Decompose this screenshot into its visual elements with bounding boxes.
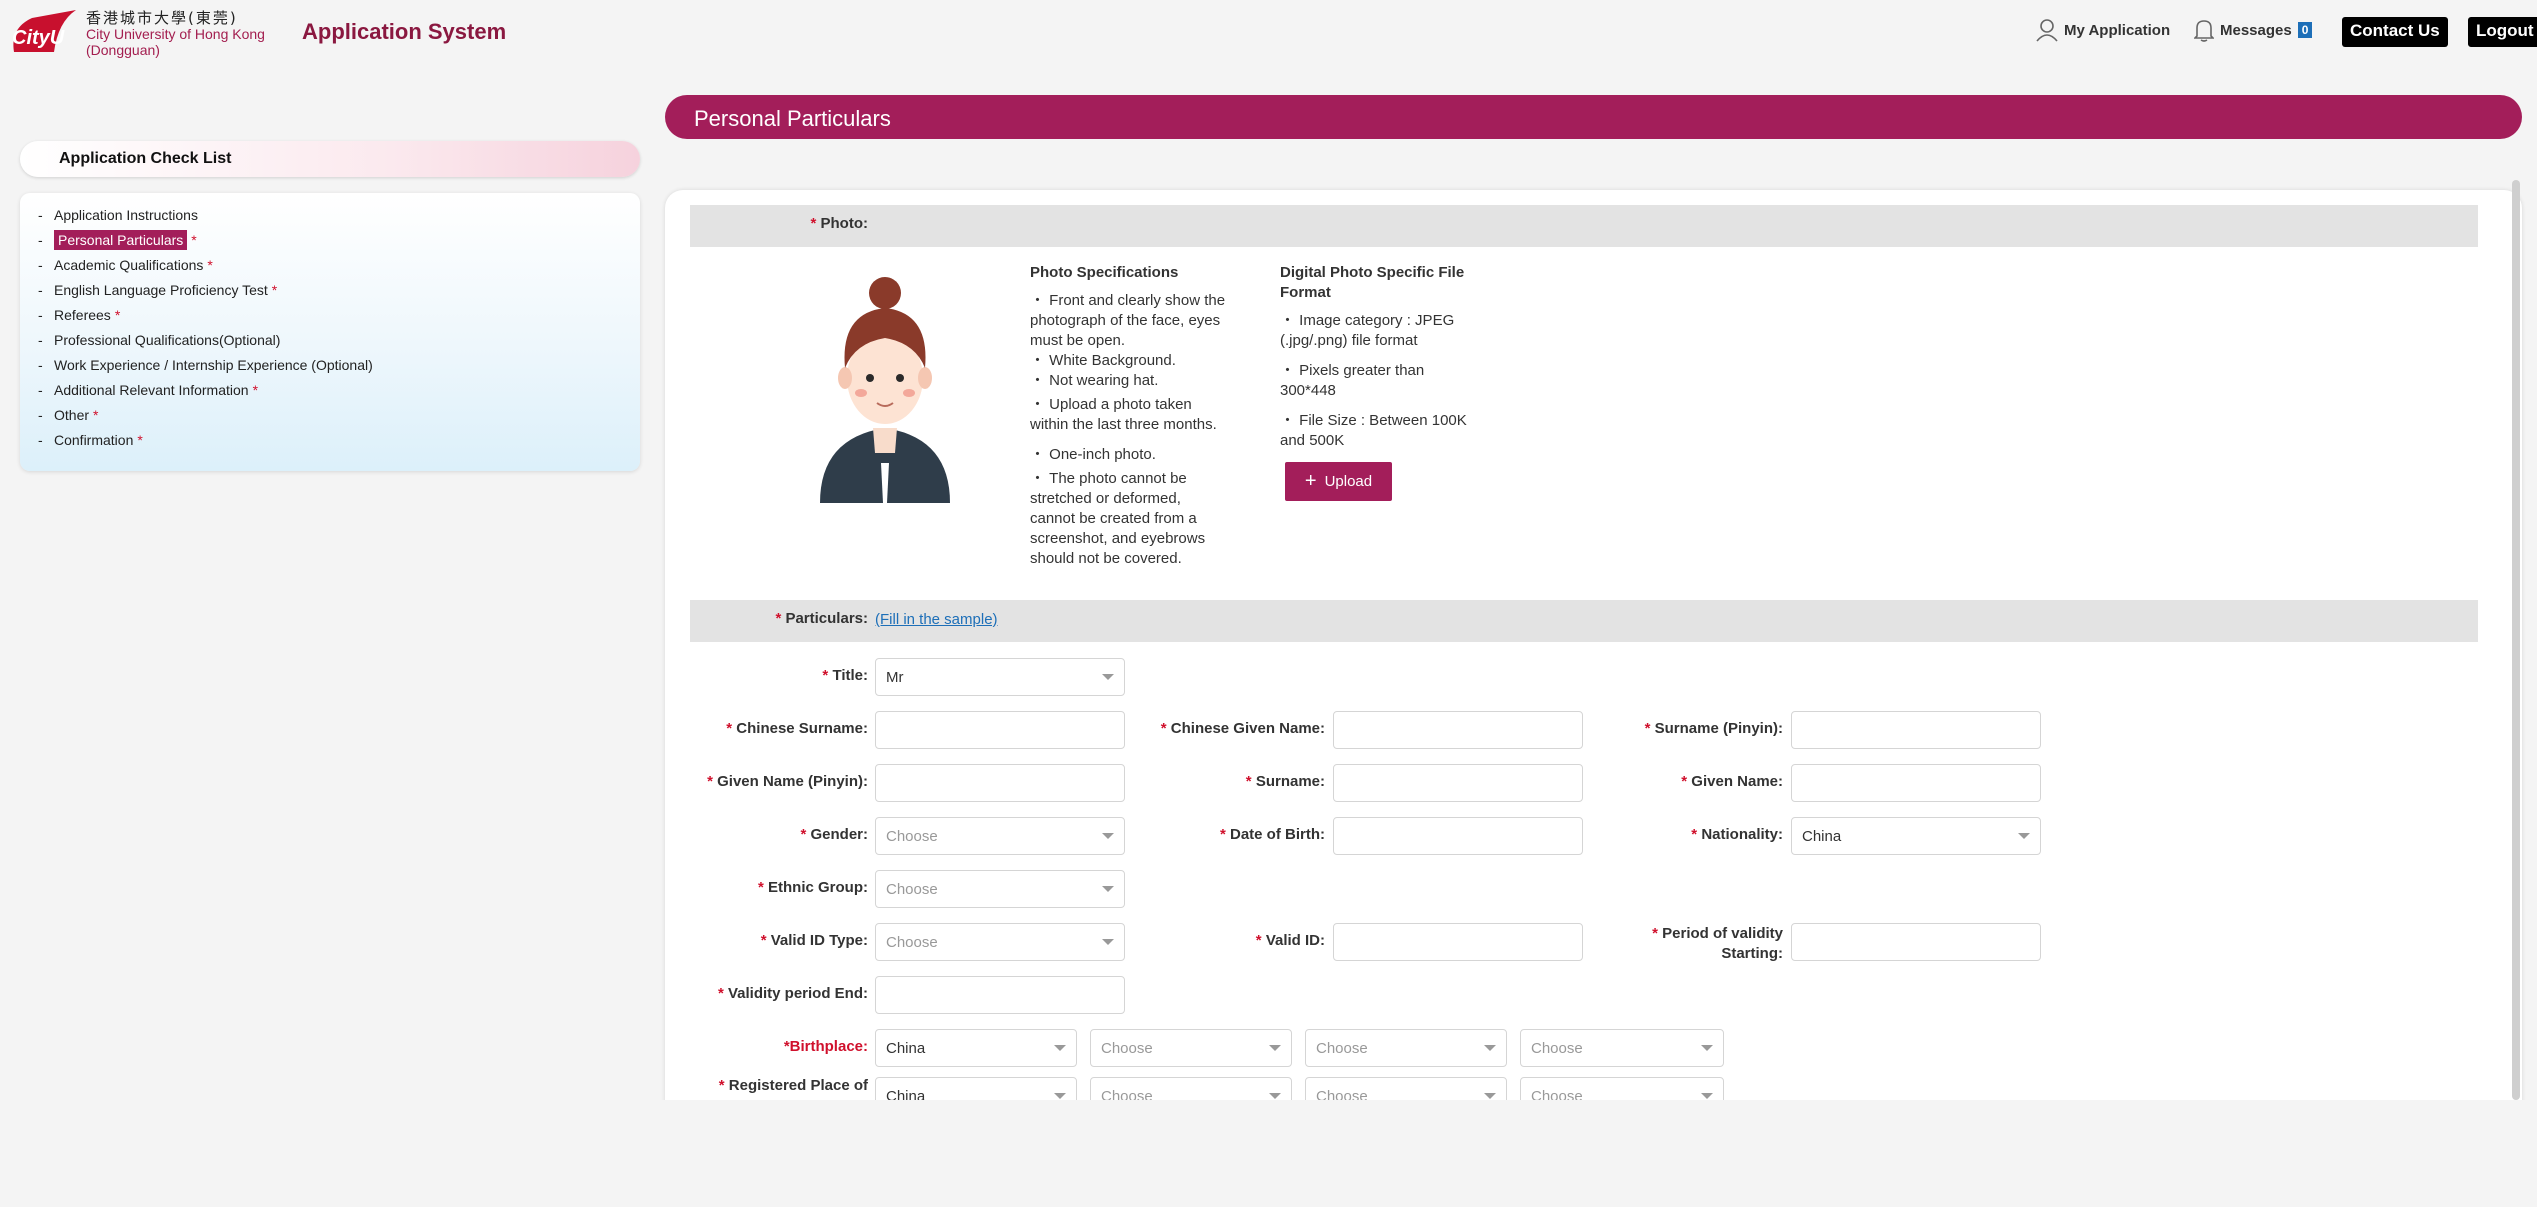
date-of-birth-label: * Date of Birth: [1219, 826, 1325, 843]
birthplace-country-select[interactable]: China [875, 1029, 1077, 1067]
sidebar-item-academic-qualifications[interactable]: - Academic Qualifications * [38, 257, 213, 273]
period-validity-starting-input[interactable] [1791, 923, 2041, 961]
validity-end-label: * Validity period End: [717, 985, 868, 1002]
upload-button[interactable]: + Upload [1285, 462, 1392, 501]
cityu-logo-icon[interactable]: CityU [6, 8, 84, 56]
sidebar-item-application-instructions[interactable]: - Application Instructions [38, 207, 202, 223]
ethnic-group-label: * Ethnic Group: [757, 879, 868, 896]
checklist-header: Application Check List [20, 141, 640, 177]
school-name: 香港城市大學(東莞) City University of Hong Kong … [86, 9, 265, 58]
plus-icon: + [1304, 470, 1317, 492]
birthplace-city-select[interactable]: Choose [1305, 1029, 1507, 1067]
chinese-surname-input[interactable] [875, 711, 1125, 749]
svg-text:CityU: CityU [12, 27, 65, 49]
registered-place-label: * Registered Place of [718, 1077, 868, 1094]
title-select[interactable]: Mr [875, 658, 1125, 696]
messages-link[interactable]: Messages 0 [2194, 18, 2313, 42]
gender-label: * Gender: [800, 826, 868, 843]
chinese-given-name-input[interactable] [1333, 711, 1583, 749]
gender-select[interactable]: Choose [875, 817, 1125, 855]
valid-id-label: * Valid ID: [1255, 932, 1325, 949]
period-validity-starting-label: * Period of validity Starting: [1652, 925, 1783, 962]
fill-sample-link[interactable]: (Fill in the sample) [875, 611, 998, 628]
page-footer-area [0, 1100, 2537, 1207]
title-label: * Title: [822, 667, 868, 684]
nationality-label: * Nationality: [1691, 826, 1783, 843]
sidebar-item-work-experience[interactable]: - Work Experience / Internship Experience… [38, 357, 377, 373]
birthplace-province-select[interactable]: Choose [1090, 1029, 1292, 1067]
surname-pinyin-label: * Surname (Pinyin): [1644, 720, 1783, 737]
given-name-pinyin-label: * Given Name (Pinyin): [707, 773, 868, 790]
surname-pinyin-input[interactable] [1791, 711, 2041, 749]
surname-label: * Surname: [1245, 773, 1325, 790]
particulars-label: * Particulars: [775, 610, 868, 627]
sidebar-item-referees[interactable]: - Referees * [38, 307, 120, 323]
sample-photo-avatar [820, 277, 950, 503]
chinese-given-name-label: * Chinese Given Name: [1160, 720, 1325, 737]
given-name-pinyin-input[interactable] [875, 764, 1125, 802]
sidebar-item-other[interactable]: - Other * [38, 407, 98, 423]
message-count-badge: 0 [2297, 22, 2313, 38]
sidebar-item-confirmation[interactable]: - Confirmation * [38, 432, 143, 448]
logout-button[interactable]: Logout [2468, 17, 2537, 47]
ethnic-group-select[interactable]: Choose [875, 870, 1125, 908]
given-name-label: * Given Name: [1681, 773, 1783, 790]
valid-id-type-select[interactable]: Choose [875, 923, 1125, 961]
sidebar-item-personal-particulars[interactable]: - Personal Particulars * [38, 230, 197, 250]
sidebar-item-additional-info[interactable]: - Additional Relevant Information * [38, 382, 258, 398]
user-icon [2036, 19, 2058, 42]
sidebar-item-professional-qualifications[interactable]: - Professional Qualifications(Optional) [38, 332, 284, 348]
validity-end-input[interactable] [875, 976, 1125, 1014]
chinese-surname-label: * Chinese Surname: [726, 720, 868, 737]
scrollbar[interactable] [2512, 180, 2520, 1100]
photo-label: * Photo: [810, 215, 869, 232]
contact-us-button[interactable]: Contact Us [2342, 17, 2448, 47]
surname-input[interactable] [1333, 764, 1583, 802]
date-of-birth-input[interactable] [1333, 817, 1583, 855]
birthplace-label: *Birthplace: [783, 1038, 868, 1055]
birthplace-district-select[interactable]: Choose [1520, 1029, 1724, 1067]
given-name-input[interactable] [1791, 764, 2041, 802]
sidebar-item-english-proficiency[interactable]: - English Language Proficiency Test * [38, 282, 277, 298]
checklist-panel: - Application Instructions - Personal Part… [20, 193, 640, 471]
photo-row-header [690, 205, 2478, 247]
valid-id-type-label: * Valid ID Type: [760, 932, 868, 949]
app-title: Application System [302, 19, 507, 44]
nationality-select[interactable]: China [1791, 817, 2041, 855]
section-title-bar: Personal Particulars [665, 95, 2522, 139]
my-application-link[interactable]: My Application [2036, 18, 2170, 42]
bell-icon [2194, 20, 2214, 42]
header: CityU 香港城市大學(東莞) City University of Hong… [0, 0, 2537, 66]
file-spec-list: Digital Photo Specific File Format ・ Ima… [1280, 264, 1467, 449]
valid-id-input[interactable] [1333, 923, 1583, 961]
photo-spec-list: Photo Specifications ・ Front and clearly… [1030, 264, 1226, 567]
